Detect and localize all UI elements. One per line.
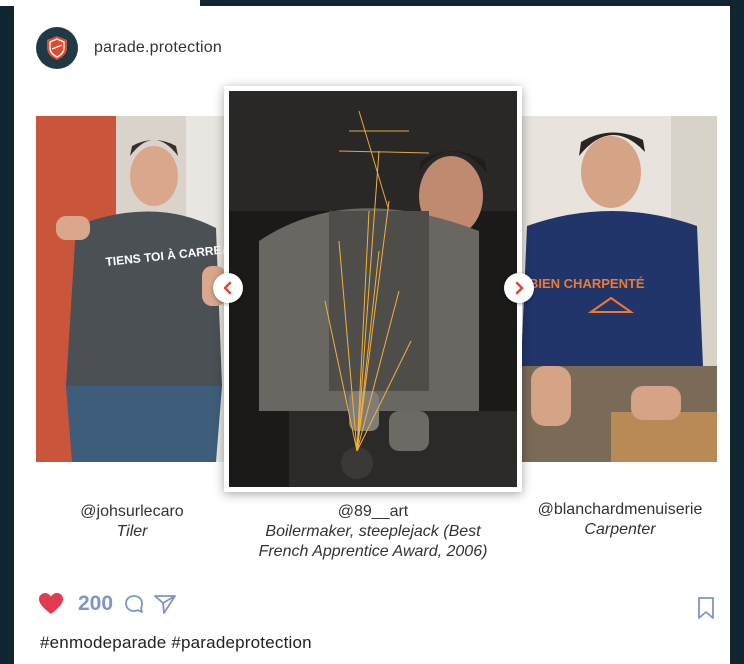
caption-tiler: @johsurlecaro Tiler [36,502,228,542]
chevron-right-icon [515,281,524,295]
caption-handle[interactable]: @johsurlecaro [80,503,183,520]
like-count: 200 [78,592,114,615]
save-button[interactable] [696,596,716,625]
post-header: parade.protection [36,26,222,70]
caption-handle[interactable]: @blanchardmenuiserie [538,501,703,518]
like-button[interactable] [38,592,64,616]
shield-logo-icon [47,36,67,60]
caption-role: Tiler [116,523,148,540]
shirt-text-carpenter: BIEN CHARPENTÉ [529,276,645,291]
account-name[interactable]: parade.protection [94,39,222,57]
share-button[interactable] [153,593,177,615]
heart-icon [39,593,63,614]
send-icon [154,595,176,614]
action-bar: 200 [38,590,185,618]
hashtags[interactable]: #enmodeparade #paradeprotection [40,633,312,653]
photo-carpenter: BIEN CHARPENTÉ [521,116,717,462]
carousel-prev-button[interactable] [213,273,243,303]
bookmark-icon [698,597,714,619]
caption-role: Boilermaker, steeplejack (Best French Ap… [258,523,488,560]
caption-boilermaker: @89__art Boilermaker, steeplejack (Best … [242,502,504,562]
avatar[interactable] [36,27,78,69]
caption-carpenter: @blanchardmenuiserie Carpenter [514,500,726,540]
comment-icon [125,595,143,613]
carousel-next-button[interactable] [504,273,534,303]
caption-role: Carpenter [584,521,656,538]
photo-tiler: TIENS TOI À CARREAUX [36,116,228,462]
caption-handle[interactable]: @89__art [338,503,409,520]
chevron-left-icon [223,281,232,295]
comment-button[interactable] [123,593,145,615]
photo-boilermaker [224,86,522,492]
post-card: parade.protection TIENS TOI À CARREAUX B… [14,6,730,664]
